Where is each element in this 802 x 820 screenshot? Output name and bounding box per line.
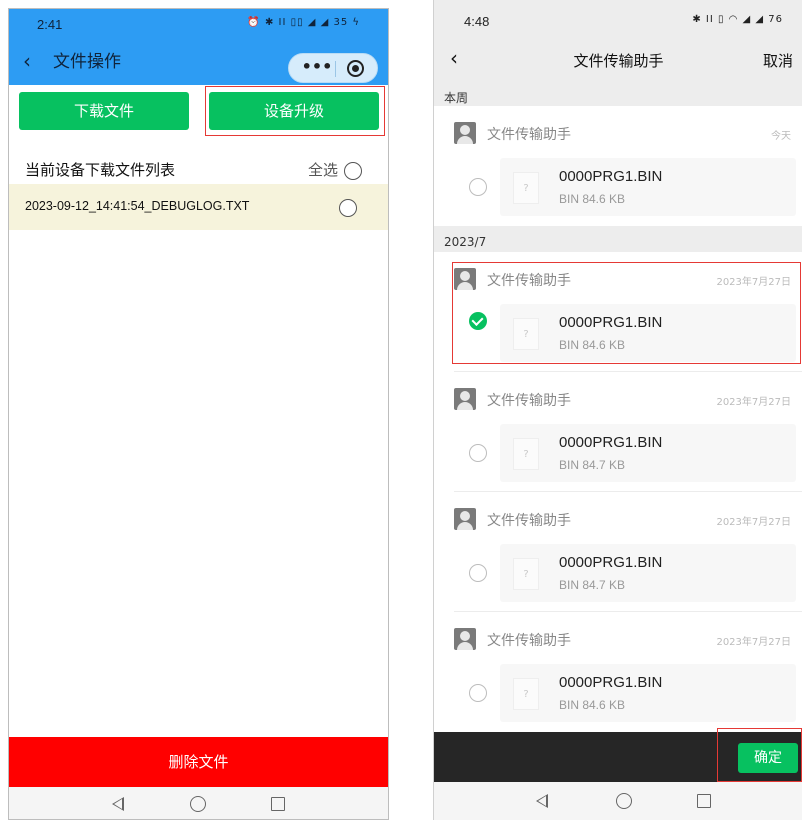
cancel-button[interactable]: 取消 xyxy=(763,50,793,71)
avatar xyxy=(454,628,476,650)
status-icons: ⏰ ✱ ⅠⅠ ▯▯ ◢ ◢ 35 ϟ xyxy=(247,17,360,28)
file-bubble[interactable]: ? 0000PRG1.BIN BIN 84.7 KB xyxy=(500,424,796,482)
select-all-label: 全选 xyxy=(307,161,338,179)
radio-icon[interactable] xyxy=(339,199,357,217)
list-item[interactable]: 2023-09-12_14:41:54_DEBUGLOG.TXT xyxy=(9,184,388,230)
triangle-back-icon[interactable] xyxy=(536,794,548,808)
file-icon: ? xyxy=(513,558,539,590)
file-name: 2023-09-12_14:41:54_DEBUGLOG.TXT xyxy=(25,199,250,213)
radio-icon[interactable] xyxy=(469,684,487,702)
radio-icon[interactable] xyxy=(469,564,487,582)
file-icon: ? xyxy=(513,172,539,204)
page-title: 文件传输助手 xyxy=(573,52,664,70)
nav-bar: ‹ 文件操作 ••• xyxy=(9,39,388,85)
selected-message-highlight-box xyxy=(452,262,801,364)
file-type-glyph: ? xyxy=(523,449,529,460)
message-date: 今天 xyxy=(771,131,791,142)
upgrade-highlight-box xyxy=(205,86,385,136)
avatar xyxy=(454,122,476,144)
radio-icon[interactable] xyxy=(469,178,487,196)
triangle-back-icon[interactable] xyxy=(112,797,124,811)
file-size: BIN 84.6 KB xyxy=(559,698,626,712)
back-arrow-icon[interactable]: ‹ xyxy=(23,49,31,73)
more-dots-icon[interactable]: ••• xyxy=(299,56,335,78)
circle-home-icon[interactable] xyxy=(616,793,632,809)
message-date: 2023年7月27日 xyxy=(716,397,791,408)
square-recents-icon[interactable] xyxy=(697,794,711,808)
list-item[interactable]: 文件传输助手 2023年7月27日 ? 0000PRG1.BIN BIN 84.… xyxy=(434,492,802,612)
square-recents-icon[interactable] xyxy=(271,797,285,811)
section-label-this-week: 本周 xyxy=(444,91,469,105)
file-list-heading: 当前设备下载文件列表 xyxy=(25,161,176,179)
file-name: 0000PRG1.BIN xyxy=(559,554,663,571)
right-phone-screen: 4:48 ✱ ⅠⅠ ▯ ◠ ◢ ◢ 76 文件传输助手 ‹ 取消 本周 文件传输… xyxy=(433,0,802,820)
file-size: BIN 84.6 KB xyxy=(559,192,626,206)
status-time: 2:41 xyxy=(37,17,63,32)
sender-name: 文件传输助手 xyxy=(487,513,571,529)
file-name: 0000PRG1.BIN xyxy=(559,674,663,691)
radio-icon[interactable] xyxy=(344,161,362,180)
file-bubble[interactable]: ? 0000PRG1.BIN BIN 84.6 KB xyxy=(500,664,796,722)
sender-name: 文件传输助手 xyxy=(487,633,571,649)
message-date: 2023年7月27日 xyxy=(716,517,791,528)
file-name: 0000PRG1.BIN xyxy=(559,434,663,451)
list-item[interactable]: 文件传输助手 2023年7月27日 ? 0000PRG1.BIN BIN 84.… xyxy=(434,372,802,492)
back-arrow-icon[interactable]: ‹ xyxy=(450,46,458,70)
file-icon: ? xyxy=(513,438,539,470)
select-all-toggle[interactable]: 全选 xyxy=(308,159,362,180)
status-icons: ✱ ⅠⅠ ▯ ◠ ◢ ◢ 76 xyxy=(692,14,783,25)
system-navigation-bar xyxy=(9,787,388,819)
download-file-button[interactable]: 下载文件 xyxy=(19,92,189,130)
capsule-divider xyxy=(335,61,336,77)
file-type-glyph: ? xyxy=(523,183,529,194)
close-target-icon[interactable] xyxy=(347,60,364,77)
delete-file-button[interactable]: 删除文件 xyxy=(9,737,388,787)
circle-home-icon[interactable] xyxy=(190,796,206,812)
file-bubble[interactable]: ? 0000PRG1.BIN BIN 84.6 KB xyxy=(500,158,796,216)
status-bar: 4:48 ✱ ⅠⅠ ▯ ◠ ◢ ◢ 76 xyxy=(434,0,802,34)
nav-bar: 文件传输助手 ‹ 取消 xyxy=(434,40,802,80)
file-name: 0000PRG1.BIN xyxy=(559,168,663,185)
status-bar: 2:41 ⏰ ✱ ⅠⅠ ▯▯ ◢ ◢ 35 ϟ xyxy=(9,9,388,39)
file-icon: ? xyxy=(513,678,539,710)
page-title: 文件操作 xyxy=(53,52,121,72)
sender-name: 文件传输助手 xyxy=(487,393,571,409)
status-time: 4:48 xyxy=(464,14,490,29)
file-bubble[interactable]: ? 0000PRG1.BIN BIN 84.7 KB xyxy=(500,544,796,602)
screenshot-stage: 2:41 ⏰ ✱ ⅠⅠ ▯▯ ◢ ◢ 35 ϟ ‹ 文件操作 ••• 下载文件 … xyxy=(0,0,802,820)
avatar xyxy=(454,388,476,410)
message-date: 2023年7月27日 xyxy=(716,637,791,648)
avatar xyxy=(454,508,476,530)
section-label-month: 2023/7 xyxy=(444,235,487,249)
file-size: BIN 84.7 KB xyxy=(559,578,626,592)
mini-program-capsule: ••• xyxy=(288,53,378,83)
list-item[interactable]: 文件传输助手 今天 ? 0000PRG1.BIN BIN 84.6 KB xyxy=(434,106,802,226)
radio-icon[interactable] xyxy=(469,444,487,462)
confirm-highlight-box xyxy=(717,728,802,782)
file-type-glyph: ? xyxy=(523,569,529,580)
file-size: BIN 84.7 KB xyxy=(559,458,626,472)
list-item[interactable]: 文件传输助手 2023年7月27日 ? 0000PRG1.BIN BIN 84.… xyxy=(434,612,802,732)
sender-name: 文件传输助手 xyxy=(487,127,571,143)
system-navigation-bar xyxy=(434,782,802,820)
file-type-glyph: ? xyxy=(523,689,529,700)
